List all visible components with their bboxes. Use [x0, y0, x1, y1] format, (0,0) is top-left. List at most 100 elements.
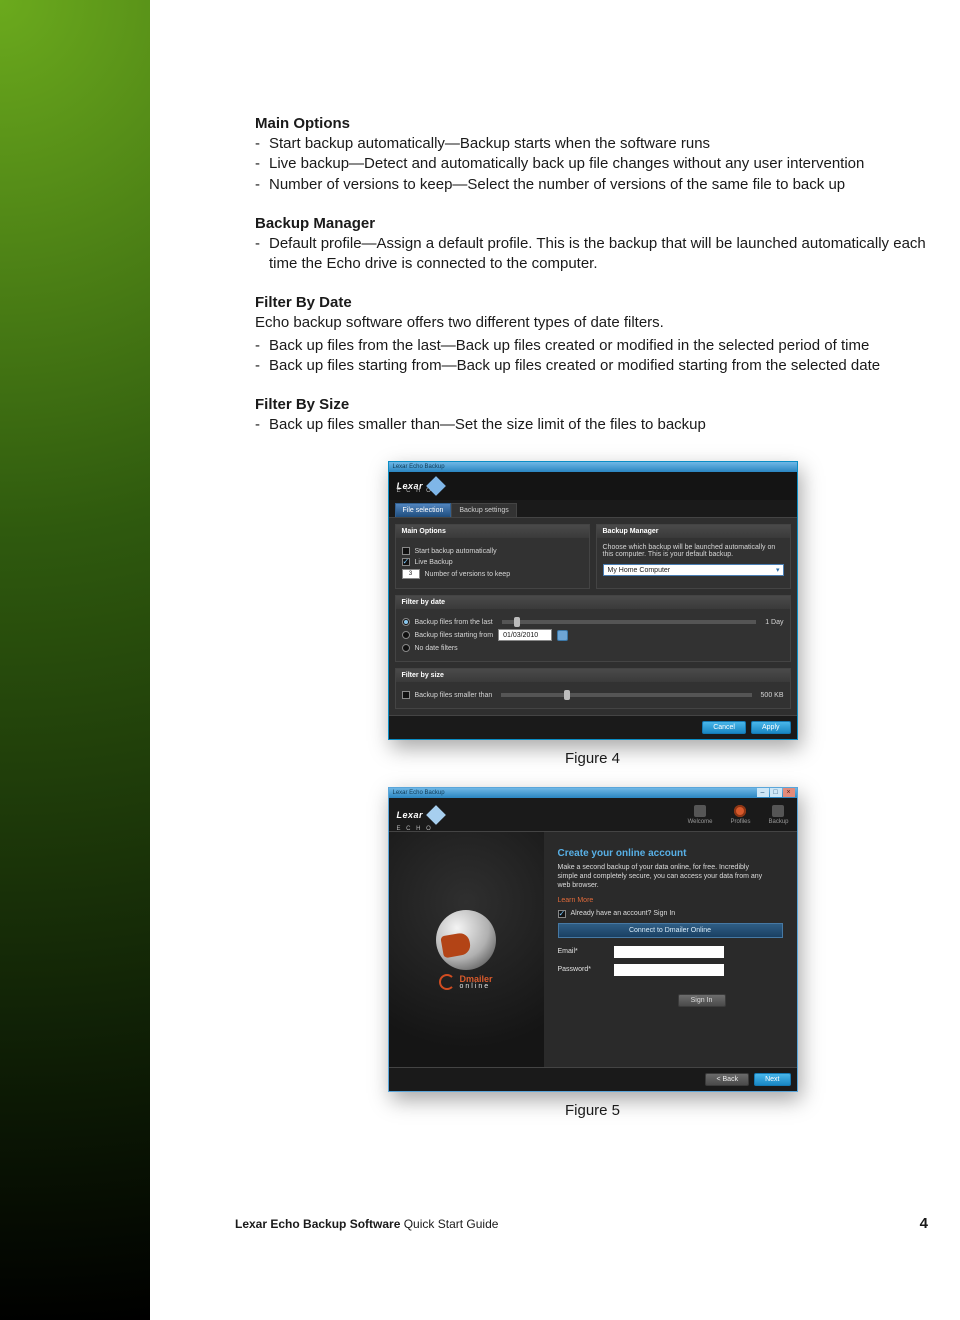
- label-live-backup: Live Backup: [415, 559, 453, 566]
- minimize-button[interactable]: –: [757, 788, 769, 797]
- app-window-online: Lexar Echo Backup – □ × Lexar E C H O We…: [388, 787, 798, 1092]
- branding-panel: Dmailer online: [389, 832, 544, 1067]
- default-profile-dropdown[interactable]: My Home Computer: [603, 564, 784, 576]
- panel-title: Filter by size: [396, 669, 790, 682]
- bullet-item: -Start backup automatically—Backup start…: [255, 134, 930, 154]
- heading-filter-by-size: Filter By Size: [255, 396, 930, 413]
- page-number: 4: [920, 1215, 928, 1232]
- app-footer: < Back Next: [389, 1067, 797, 1091]
- window-titlebar: Lexar Echo Backup: [389, 462, 797, 472]
- panel-area: Main Options Start backup automatically …: [389, 517, 797, 715]
- footer-text: Lexar Echo Backup Software Quick Start G…: [235, 1217, 498, 1231]
- email-label: Email*: [558, 948, 604, 955]
- window-titlebar: Lexar Echo Backup – □ ×: [389, 788, 797, 798]
- label-files-starting-from: Backup files starting from: [415, 632, 494, 639]
- app-footer: Cancel Apply: [389, 715, 797, 739]
- versions-stepper[interactable]: 3: [402, 569, 420, 579]
- app-body: Dmailer online Create your online accoun…: [389, 832, 797, 1067]
- dmailer-logo: Dmailer online: [439, 974, 492, 990]
- heading-filter-by-date: Filter By Date: [255, 294, 930, 311]
- panel-title: Filter by date: [396, 596, 790, 609]
- tab-bar: File selection Backup settings: [389, 500, 797, 517]
- checkbox-start-auto[interactable]: [402, 547, 410, 555]
- nav-backup[interactable]: Backup: [768, 805, 788, 825]
- window-title-text: Lexar Echo Backup: [393, 464, 445, 470]
- label-start-auto: Start backup automatically: [415, 548, 497, 555]
- cancel-button[interactable]: Cancel: [702, 721, 746, 734]
- figure-4: Lexar Echo Backup Lexar E C H O File sel…: [255, 461, 930, 767]
- home-icon: [694, 805, 706, 817]
- bullet-item: -Number of versions to keep—Select the n…: [255, 175, 930, 195]
- label-files-from-last: Backup files from the last: [415, 619, 493, 626]
- document-page: Main Options -Start backup automatically…: [0, 0, 960, 1320]
- window-controls: – □ ×: [757, 788, 795, 797]
- logo-cube-icon: [426, 805, 446, 825]
- radio-no-date-filters[interactable]: [402, 644, 410, 652]
- checkbox-already-account[interactable]: [558, 910, 566, 918]
- create-account-panel: Create your online account Make a second…: [544, 832, 797, 1067]
- create-desc: Make a second backup of your data online…: [558, 863, 768, 890]
- lexar-logo: Lexar E C H O: [397, 479, 444, 493]
- lexar-logo: Lexar E C H O: [397, 808, 444, 822]
- filter-date-intro: Echo backup software offers two differen…: [255, 313, 930, 333]
- learn-more-link[interactable]: Learn More: [558, 897, 594, 904]
- tab-file-selection[interactable]: File selection: [395, 503, 452, 517]
- tab-backup-settings[interactable]: Backup settings: [451, 503, 516, 517]
- bullet-item: -Back up files from the last—Back up fil…: [255, 336, 930, 356]
- password-label: Password*: [558, 966, 604, 973]
- panel-filter-by-size: Filter by size Backup files smaller than…: [395, 668, 791, 709]
- nav-welcome[interactable]: Welcome: [688, 805, 713, 825]
- value-size: 500 KB: [761, 692, 784, 699]
- refresh-icon: [772, 805, 784, 817]
- heading-backup-manager: Backup Manager: [255, 215, 930, 232]
- logo-sub: E C H O: [397, 488, 433, 494]
- logo-sub: E C H O: [397, 826, 433, 832]
- bullet-item: -Back up files starting from—Back up fil…: [255, 356, 930, 376]
- apply-button[interactable]: Apply: [751, 721, 791, 734]
- bullet-item: -Back up files smaller than—Set the size…: [255, 415, 930, 435]
- calendar-icon[interactable]: [557, 630, 568, 641]
- globe-icon: [436, 910, 496, 970]
- sidebar-decor: [0, 0, 150, 1320]
- next-button[interactable]: Next: [754, 1073, 790, 1086]
- figure-5-caption: Figure 5: [565, 1102, 620, 1119]
- swirl-icon: [439, 974, 455, 990]
- bullet-item: -Live backup—Detect and automatically ba…: [255, 154, 930, 174]
- label-no-date-filters: No date filters: [415, 645, 458, 652]
- label-smaller-than: Backup files smaller than: [415, 692, 493, 699]
- back-button[interactable]: < Back: [705, 1073, 749, 1086]
- app-window-settings: Lexar Echo Backup Lexar E C H O File sel…: [388, 461, 798, 740]
- nav-profiles[interactable]: Profiles: [730, 805, 750, 825]
- checkbox-live-backup[interactable]: [402, 558, 410, 566]
- sign-in-button[interactable]: Sign In: [678, 994, 726, 1007]
- panel-backup-manager: Backup Manager Choose which backup will …: [596, 524, 791, 589]
- page-footer: Lexar Echo Backup Software Quick Start G…: [235, 1215, 928, 1232]
- window-title-text: Lexar Echo Backup: [393, 790, 445, 796]
- logo-text: Lexar: [397, 810, 424, 820]
- close-button[interactable]: ×: [783, 788, 795, 797]
- backup-manager-desc: Choose which backup will be launched aut…: [603, 544, 784, 558]
- radio-files-from-last[interactable]: [402, 618, 410, 626]
- heading-main-options: Main Options: [255, 115, 930, 132]
- app-header: Lexar E C H O Welcome Profiles Backup: [389, 798, 797, 832]
- brand-sub: online: [459, 983, 492, 990]
- panel-title: Backup Manager: [597, 525, 790, 538]
- slider-period[interactable]: [502, 620, 757, 624]
- bullet-item: -Default profile—Assign a default profil…: [255, 234, 930, 275]
- label-versions: Number of versions to keep: [425, 571, 511, 578]
- date-input[interactable]: 01/03/2010: [498, 629, 552, 641]
- email-field[interactable]: [614, 946, 724, 958]
- connect-bar: Connect to Dmailer Online: [558, 923, 783, 938]
- panel-title: Main Options: [396, 525, 589, 538]
- password-field[interactable]: [614, 964, 724, 976]
- panel-filter-by-date: Filter by date Backup files from the las…: [395, 595, 791, 662]
- maximize-button[interactable]: □: [770, 788, 782, 797]
- value-period: 1 Day: [765, 619, 783, 626]
- slider-size[interactable]: [501, 693, 751, 697]
- figure-4-caption: Figure 4: [565, 750, 620, 767]
- footer-bold: Lexar Echo Backup Software: [235, 1217, 400, 1231]
- radio-files-starting-from[interactable]: [402, 631, 410, 639]
- gear-icon: [734, 805, 746, 817]
- header-icons: Welcome Profiles Backup: [688, 805, 789, 825]
- checkbox-smaller-than[interactable]: [402, 691, 410, 699]
